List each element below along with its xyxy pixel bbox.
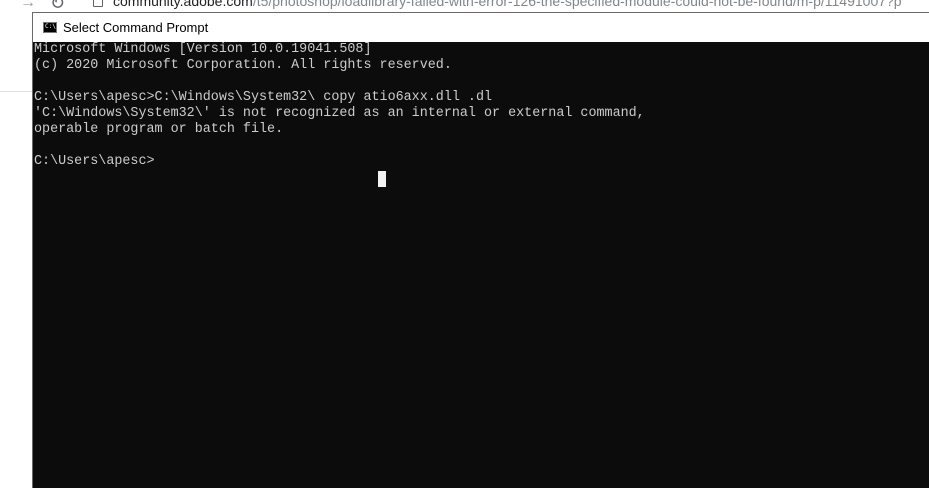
console-line: C:\Users\apesc>C:\Windows\System32\ copy… — [34, 90, 493, 105]
command-prompt-window[interactable]: C:\ Select Command Prompt Microsoft Wind… — [32, 12, 929, 488]
console-line: (c) 2020 Microsoft Corporation. All righ… — [34, 58, 452, 73]
window-titlebar[interactable]: C:\ Select Command Prompt — [33, 13, 929, 42]
url-path: /t5/photoshop/loadlibrary-failed-with-er… — [252, 0, 902, 9]
url-host: community.adobe.com — [113, 0, 253, 9]
page-divider — [0, 91, 33, 92]
address-bar[interactable]: community.adobe.com/t5/photoshop/loadlib… — [113, 0, 902, 9]
console-line: Microsoft Windows [Version 10.0.19041.50… — [34, 42, 372, 57]
console-line: operable program or batch file. — [34, 122, 284, 137]
browser-page-background — [0, 14, 33, 488]
console-line: 'C:\Windows\System32\' is not recognized… — [34, 106, 645, 121]
console-output[interactable]: Microsoft Windows [Version 10.0.19041.50… — [33, 42, 929, 488]
cmd-icon-glyph: C:\ — [45, 23, 56, 30]
console-prompt: C:\Users\apesc> — [34, 154, 155, 169]
text-cursor — [378, 171, 386, 187]
cmd-icon[interactable]: C:\ — [43, 22, 57, 33]
forward-arrow-icon[interactable]: → — [20, 0, 36, 12]
window-title: Select Command Prompt — [63, 20, 209, 35]
lock-icon[interactable] — [93, 0, 103, 7]
